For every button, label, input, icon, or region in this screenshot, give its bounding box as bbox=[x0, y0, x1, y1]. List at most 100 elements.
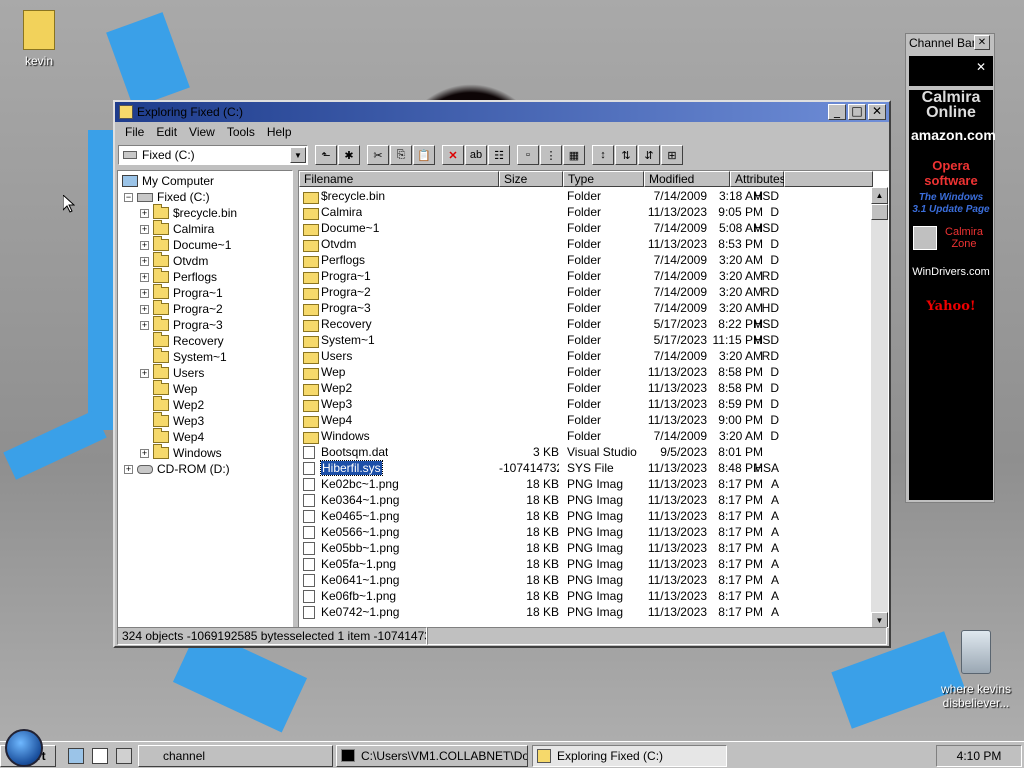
expand-icon[interactable]: + bbox=[140, 256, 149, 266]
channel-calmira-online[interactable]: Calmira Online bbox=[911, 90, 991, 121]
channel-win31-update[interactable]: The Windows 3.1 Update Page bbox=[911, 192, 991, 216]
expand-icon[interactable]: + bbox=[140, 240, 149, 250]
tree-item-folder[interactable]: Wep2 bbox=[140, 396, 204, 413]
file-row[interactable]: Ke02bc~1.png 18 KB PNG Imag 11/13/2023 8:17 … bbox=[299, 476, 871, 492]
tree-item-folder[interactable]: Wep4 bbox=[140, 428, 204, 445]
tree-item-folder[interactable]: + Windows bbox=[140, 444, 222, 461]
file-list[interactable]: Filename Size Type Modified Attributes $… bbox=[298, 170, 889, 628]
desktop-icon-kevin[interactable]: kevin bbox=[14, 10, 64, 68]
close-button[interactable]: ✕ bbox=[974, 35, 990, 50]
file-row[interactable]: Progra~3 Folder 7/14/2009 3:20 AM HD bbox=[299, 300, 871, 316]
column-header-size[interactable]: Size bbox=[499, 171, 563, 187]
file-row[interactable]: System~1 Folder 5/17/2023 11:15 PM HSD bbox=[299, 332, 871, 348]
small-icons-button[interactable]: ⋮ bbox=[540, 145, 562, 165]
column-header-filename[interactable]: Filename bbox=[299, 171, 499, 187]
tree-item-folder[interactable]: + Users bbox=[140, 364, 204, 381]
tree-item-folder[interactable]: Wep bbox=[140, 380, 197, 397]
windows-logo-icon[interactable] bbox=[5, 729, 43, 767]
menu-tools[interactable]: Tools bbox=[221, 125, 261, 139]
clock[interactable]: 4:10 PM bbox=[957, 749, 1002, 763]
expand-icon[interactable]: + bbox=[140, 208, 149, 218]
file-row[interactable]: Wep4 Folder 11/13/2023 9:00 PM D bbox=[299, 412, 871, 428]
copy-button[interactable]: ⎘ bbox=[390, 145, 412, 165]
file-row[interactable]: Otvdm Folder 11/13/2023 8:53 PM D bbox=[299, 236, 871, 252]
column-header-modified[interactable]: Modified bbox=[644, 171, 730, 187]
scroll-thumb[interactable] bbox=[871, 204, 888, 220]
quicklaunch-explorer-icon[interactable] bbox=[68, 748, 84, 764]
tree-item-my-computer[interactable]: My Computer bbox=[122, 173, 214, 189]
tree-item-folder[interactable]: + Calmira bbox=[140, 220, 214, 237]
menu-edit[interactable]: Edit bbox=[150, 125, 183, 139]
file-row[interactable]: Ke06fb~1.png 18 KB PNG Imag 11/13/2023 8:17 … bbox=[299, 588, 871, 604]
column-header-type[interactable]: Type bbox=[563, 171, 644, 187]
up-folder-button[interactable]: ⬑ bbox=[315, 145, 337, 165]
tree-item-drive-c[interactable]: − Fixed (C:) bbox=[124, 189, 210, 205]
vertical-scrollbar[interactable]: ▲ ▼ bbox=[871, 187, 888, 627]
menu-help[interactable]: Help bbox=[261, 125, 298, 139]
channel-windrivers[interactable]: WinDrivers.com bbox=[911, 266, 991, 278]
large-icons-button[interactable]: ▫ bbox=[517, 145, 539, 165]
tree-item-folder[interactable]: + Progra~1 bbox=[140, 284, 223, 301]
expand-icon[interactable]: + bbox=[140, 224, 149, 234]
file-row[interactable]: Bootsqm.dat 3 KB Visual Studio 9/5/2023 8:01… bbox=[299, 444, 871, 460]
expand-icon[interactable]: + bbox=[140, 272, 149, 282]
expand-icon[interactable]: + bbox=[140, 288, 149, 298]
collapse-icon[interactable]: − bbox=[124, 192, 133, 202]
file-row[interactable]: Hiberfil.sys -1074147328 byt SYS File 11/13… bbox=[299, 460, 871, 476]
file-row[interactable]: Ke0566~1.png 18 KB PNG Imag 11/13/2023 8:17 … bbox=[299, 524, 871, 540]
task-exploring-fixed[interactable]: Exploring Fixed (C:) bbox=[532, 745, 727, 767]
file-row[interactable]: Ke05fa~1.png 18 KB PNG Imag 11/13/2023 8:17 … bbox=[299, 556, 871, 572]
file-row[interactable]: Calmira Folder 11/13/2023 9:05 PM D bbox=[299, 204, 871, 220]
channel-close-button[interactable]: ✕ bbox=[976, 60, 986, 74]
tree-item-folder[interactable]: + Perflogs bbox=[140, 268, 217, 285]
menu-file[interactable]: File bbox=[119, 125, 150, 139]
cut-button[interactable]: ✂ bbox=[367, 145, 389, 165]
expand-icon[interactable]: + bbox=[140, 320, 149, 330]
chevron-down-icon[interactable]: ▼ bbox=[290, 147, 306, 163]
tree-item-cdrom[interactable]: + CD-ROM (D:) bbox=[124, 461, 230, 477]
quicklaunch-notepad-icon[interactable] bbox=[92, 748, 108, 764]
tree-item-folder[interactable]: + Otvdm bbox=[140, 252, 208, 269]
channel-opera[interactable]: Opera software bbox=[911, 158, 991, 188]
scroll-down-button[interactable]: ▼ bbox=[871, 612, 888, 627]
expand-icon[interactable]: + bbox=[140, 304, 149, 314]
close-button[interactable]: ✕ bbox=[868, 104, 886, 120]
file-row[interactable]: Wep3 Folder 11/13/2023 8:59 PM D bbox=[299, 396, 871, 412]
file-row[interactable]: Progra~1 Folder 7/14/2009 3:20 AM RD bbox=[299, 268, 871, 284]
column-header-attributes[interactable]: Attributes bbox=[730, 171, 786, 187]
expand-icon[interactable]: + bbox=[140, 448, 149, 458]
file-row[interactable]: Users Folder 7/14/2009 3:20 AM RD bbox=[299, 348, 871, 364]
explorer-window[interactable]: Exploring Fixed (C:) _ □ ✕ File Edit Vie… bbox=[113, 100, 891, 648]
sort-name-button[interactable]: ↕ bbox=[592, 145, 614, 165]
tree-item-folder[interactable]: Wep3 bbox=[140, 412, 204, 429]
tree-item-folder[interactable]: System~1 bbox=[140, 348, 227, 365]
file-row[interactable]: Windows Folder 7/14/2009 3:20 AM D bbox=[299, 428, 871, 444]
file-row[interactable]: Ke05bb~1.png 18 KB PNG Imag 11/13/2023 8:17 … bbox=[299, 540, 871, 556]
rename-button[interactable]: ab bbox=[465, 145, 487, 165]
channel-yahoo[interactable]: Yahoo! bbox=[911, 299, 991, 314]
task-channel[interactable]: channel bbox=[138, 745, 333, 767]
channel-amazon[interactable]: amazon.com bbox=[911, 127, 996, 143]
tree-item-folder[interactable]: + Docume~1 bbox=[140, 236, 231, 253]
file-row[interactable]: Perflogs Folder 7/14/2009 3:20 AM D bbox=[299, 252, 871, 268]
minimize-button[interactable]: _ bbox=[828, 104, 846, 120]
file-row[interactable]: Wep2 Folder 11/13/2023 8:58 PM D bbox=[299, 380, 871, 396]
file-row[interactable]: $recycle.bin Folder 7/14/2009 3:18 AM HSD bbox=[299, 188, 871, 204]
file-row[interactable]: Ke0742~1.png 18 KB PNG Imag 11/13/2023 8:17 … bbox=[299, 604, 871, 620]
sort-size-button[interactable]: ⇵ bbox=[638, 145, 660, 165]
tree-item-folder[interactable]: Recovery bbox=[140, 332, 224, 349]
folder-tree[interactable]: My Computer − Fixed (C:) + $recycle.bin + C… bbox=[117, 170, 293, 628]
sort-date-button[interactable]: ⊞ bbox=[661, 145, 683, 165]
channel-bar[interactable]: Channel Bar ✕ ✕ Calmira Online amazon.co… bbox=[905, 33, 996, 503]
title-bar[interactable]: Exploring Fixed (C:) _ □ ✕ bbox=[115, 102, 889, 122]
expand-icon[interactable]: + bbox=[140, 368, 149, 378]
file-row[interactable]: Recovery Folder 5/17/2023 8:22 PM HSD bbox=[299, 316, 871, 332]
file-row[interactable]: Docume~1 Folder 7/14/2009 5:08 AM HSD bbox=[299, 220, 871, 236]
drive-select[interactable]: Fixed (C:) ▼ bbox=[118, 145, 308, 165]
file-row[interactable]: Ke0465~1.png 18 KB PNG Imag 11/13/2023 8:17 … bbox=[299, 508, 871, 524]
desktop-icon-recycle-bin[interactable]: where kevins disbeliever... bbox=[936, 630, 1016, 710]
tree-item-folder[interactable]: + Progra~2 bbox=[140, 300, 223, 317]
task-command-prompt[interactable]: C:\Users\VM1.COLLABNET\Do... bbox=[336, 745, 528, 767]
file-row[interactable]: Ke0364~1.png 18 KB PNG Imag 11/13/2023 8:17 … bbox=[299, 492, 871, 508]
menu-view[interactable]: View bbox=[183, 125, 221, 139]
